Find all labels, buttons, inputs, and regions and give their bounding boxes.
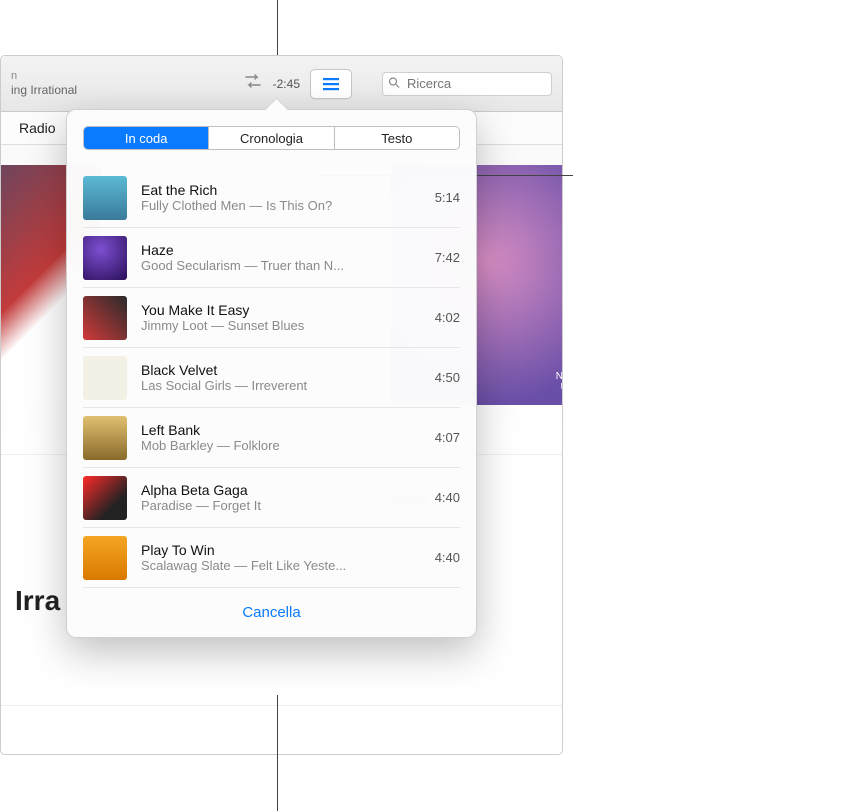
album-art-icon [83, 536, 127, 580]
track-duration: 5:14 [427, 190, 460, 205]
track-duration: 4:40 [427, 550, 460, 565]
queue-item[interactable]: Left Bank Mob Barkley — Folklore 4:07 [83, 408, 460, 468]
tab-radio[interactable]: Radio [19, 120, 56, 136]
track-title: Play To Win [141, 542, 413, 558]
queue-item[interactable]: You Make It Easy Jimmy Loot — Sunset Blu… [83, 288, 460, 348]
album-art-icon [83, 296, 127, 340]
track-subtitle: Las Social Girls — Irreverent [141, 378, 413, 393]
queue-item[interactable]: Play To Win Scalawag Slate — Felt Like Y… [83, 528, 460, 588]
track-subtitle: Paradise — Forget It [141, 498, 413, 513]
album-art-icon [83, 416, 127, 460]
album-art-icon [83, 476, 127, 520]
track-duration: 4:40 [427, 490, 460, 505]
album-art-icon [83, 176, 127, 220]
queue-icon [321, 76, 341, 92]
time-remaining: -2:45 [273, 77, 300, 91]
album-art-icon [83, 356, 127, 400]
track-duration: 4:02 [427, 310, 460, 325]
track-title: You Make It Easy [141, 302, 413, 318]
repeat-icon[interactable] [243, 74, 263, 93]
tab-history[interactable]: Cronologia [209, 127, 334, 149]
now-playing-line2: ing Irrational [11, 83, 161, 97]
tab-queue[interactable]: In coda [84, 127, 209, 149]
album-badge-2: ULARISM [556, 382, 562, 393]
queue-item[interactable]: Black Velvet Las Social Girls — Irrevere… [83, 348, 460, 408]
queue-popover: In coda Cronologia Testo Eat the Rich Fu… [66, 109, 477, 638]
track-duration: 4:50 [427, 370, 460, 385]
queue-item[interactable]: Haze Good Secularism — Truer than N... 7… [83, 228, 460, 288]
queue-item[interactable]: Eat the Rich Fully Clothed Men — Is This… [83, 168, 460, 228]
track-title: Black Velvet [141, 362, 413, 378]
track-title: Left Bank [141, 422, 413, 438]
track-subtitle: Scalawag Slate — Felt Like Yeste... [141, 558, 413, 573]
track-subtitle: Fully Clothed Men — Is This On? [141, 198, 413, 213]
track-subtitle: Good Secularism — Truer than N... [141, 258, 413, 273]
now-playing-info: n ing Irrational [11, 70, 161, 98]
track-duration: 4:07 [427, 430, 460, 445]
section-heading: Irra [15, 585, 60, 617]
track-subtitle: Jimmy Loot — Sunset Blues [141, 318, 413, 333]
track-title: Alpha Beta Gaga [141, 482, 413, 498]
track-title: Haze [141, 242, 413, 258]
search-icon [388, 76, 400, 91]
now-playing-line1: n [11, 70, 161, 83]
callout-line-bottom [277, 695, 278, 811]
queue-item[interactable]: Alpha Beta Gaga Paradise — Forget It 4:4… [83, 468, 460, 528]
search-input[interactable] [382, 72, 552, 96]
tab-lyrics[interactable]: Testo [335, 127, 459, 149]
track-subtitle: Mob Barkley — Folklore [141, 438, 413, 453]
queue-button[interactable] [310, 69, 352, 99]
clear-button[interactable]: Cancella [242, 604, 300, 621]
album-badge-1: NONFICTI [556, 371, 562, 382]
segmented-control: In coda Cronologia Testo [83, 126, 460, 150]
album-art-icon [83, 236, 127, 280]
queue-list: Eat the Rich Fully Clothed Men — Is This… [67, 168, 476, 588]
track-title: Eat the Rich [141, 182, 413, 198]
track-duration: 7:42 [427, 250, 460, 265]
divider [1, 705, 562, 706]
